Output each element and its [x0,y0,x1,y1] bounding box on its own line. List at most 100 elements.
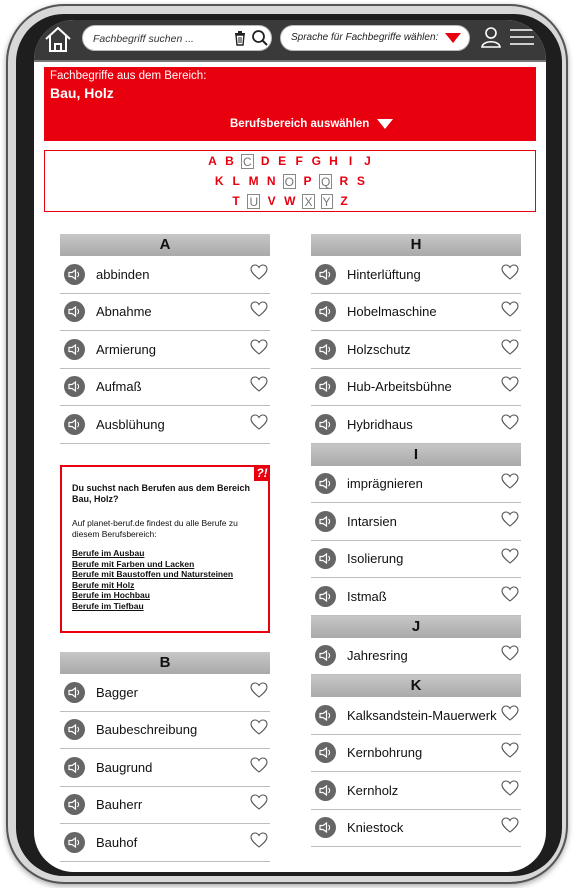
term-label[interactable]: Istmaß [347,589,501,604]
term-label[interactable]: Kernbohrung [347,745,501,760]
heart-icon[interactable] [250,376,268,397]
term-row[interactable]: Jahresring [311,638,521,675]
speaker-icon[interactable] [64,263,85,285]
term-label[interactable]: Bagger [96,685,250,700]
speaker-icon[interactable] [64,719,85,741]
letter-link-g[interactable]: G [311,154,322,169]
heart-icon[interactable] [501,645,519,666]
speaker-icon[interactable] [315,301,336,323]
heart-icon[interactable] [501,705,519,726]
speaker-icon[interactable] [315,742,336,764]
term-label[interactable]: Hinterlüftung [347,267,501,282]
letter-link-t[interactable]: T [230,194,241,209]
term-row[interactable]: imprägnieren [311,466,521,503]
letter-link-a[interactable]: A [207,154,218,169]
letter-link-h[interactable]: H [328,154,339,169]
term-label[interactable]: Aufmaß [96,379,250,394]
letter-link-d[interactable]: D [260,154,271,169]
info-link[interactable]: Berufe mit Baustoffen und Natursteinen [72,569,268,580]
heart-icon[interactable] [250,719,268,740]
term-row[interactable]: Intarsien [311,503,521,541]
term-label[interactable]: Jahresring [347,648,501,663]
term-row[interactable]: Hobelmaschine [311,294,521,331]
term-label[interactable]: Baubeschreibung [96,722,250,737]
speaker-icon[interactable] [315,585,336,607]
term-label[interactable]: Armierung [96,342,250,357]
term-label[interactable]: Bauhof [96,835,250,850]
letter-link-v[interactable]: V [266,194,277,209]
speaker-icon[interactable] [315,779,336,801]
speaker-icon[interactable] [64,794,85,816]
term-row[interactable]: Holzschutz [311,331,521,369]
term-row[interactable]: Aufmaß [60,369,270,406]
letter-link-s[interactable]: S [355,174,366,189]
trash-icon[interactable] [233,30,247,46]
letter-link-z[interactable]: Z [339,194,350,209]
info-link[interactable]: Berufe mit Farben und Lacken [72,559,268,570]
term-label[interactable]: Bauherr [96,797,250,812]
term-label[interactable]: Kniestock [347,820,501,835]
speaker-icon[interactable] [64,376,85,398]
info-link[interactable]: Berufe im Hochbau [72,590,268,601]
term-row[interactable]: Kalksandstein-Mauerwerk [311,697,521,735]
heart-icon[interactable] [250,301,268,322]
speaker-icon[interactable] [315,338,336,360]
speaker-icon[interactable] [64,413,85,435]
term-row[interactable]: Hinterlüftung [311,256,521,294]
letter-link-l[interactable]: L [231,174,242,189]
heart-icon[interactable] [501,376,519,397]
heart-icon[interactable] [501,817,519,838]
heart-icon[interactable] [250,794,268,815]
speaker-icon[interactable] [64,301,85,323]
search-input[interactable] [93,30,223,48]
heart-icon[interactable] [501,414,519,435]
term-label[interactable]: Kernholz [347,783,501,798]
speaker-icon[interactable] [315,376,336,398]
speaker-icon[interactable] [64,831,85,853]
letter-link-w[interactable]: W [283,194,296,209]
term-row[interactable]: Hybridhaus [311,406,521,444]
term-row[interactable]: Kernbohrung [311,735,521,772]
speaker-icon[interactable] [315,645,336,667]
language-select[interactable]: Sprache für Fachbegriffe wählen: [280,25,470,51]
letter-link-r[interactable]: R [338,174,349,189]
heart-icon[interactable] [501,473,519,494]
category-select-button[interactable]: Berufsbereich auswählen [230,118,394,130]
speaker-icon[interactable] [315,817,336,839]
letter-link-n[interactable]: N [266,174,277,189]
heart-icon[interactable] [250,682,268,703]
heart-icon[interactable] [501,780,519,801]
term-row[interactable]: abbinden [60,256,270,294]
letter-link-f[interactable]: F [294,154,305,169]
menu-icon[interactable] [510,28,534,46]
term-label[interactable]: Intarsien [347,514,501,529]
speaker-icon[interactable] [315,413,336,435]
letter-link-p[interactable]: P [302,174,313,189]
home-button[interactable] [40,22,76,56]
heart-icon[interactable] [501,339,519,360]
term-label[interactable]: abbinden [96,267,250,282]
term-row[interactable]: Baugrund [60,749,270,787]
heart-icon[interactable] [501,511,519,532]
term-label[interactable]: imprägnieren [347,476,501,491]
letter-link-j[interactable]: J [362,154,373,169]
heart-icon[interactable] [501,548,519,569]
letter-link-m[interactable]: M [248,174,260,189]
term-label[interactable]: Holzschutz [347,342,501,357]
term-row[interactable]: Bauherr [60,787,270,824]
letter-link-e[interactable]: E [277,154,288,169]
term-label[interactable]: Hub-Arbeitsbühne [347,379,501,394]
letter-link-k[interactable]: K [214,174,225,189]
term-label[interactable]: Kalksandstein-Mauerwerk [347,708,501,723]
term-row[interactable]: Baubeschreibung [60,712,270,749]
speaker-icon[interactable] [64,338,85,360]
speaker-icon[interactable] [64,756,85,778]
info-link[interactable]: Berufe mit Holz [72,580,268,591]
term-label[interactable]: Baugrund [96,760,250,775]
term-row[interactable]: Armierung [60,331,270,369]
speaker-icon[interactable] [315,510,336,532]
term-label[interactable]: Ausblühung [96,417,250,432]
user-icon[interactable] [480,26,502,48]
heart-icon[interactable] [250,757,268,778]
letter-link-i[interactable]: I [345,154,356,169]
